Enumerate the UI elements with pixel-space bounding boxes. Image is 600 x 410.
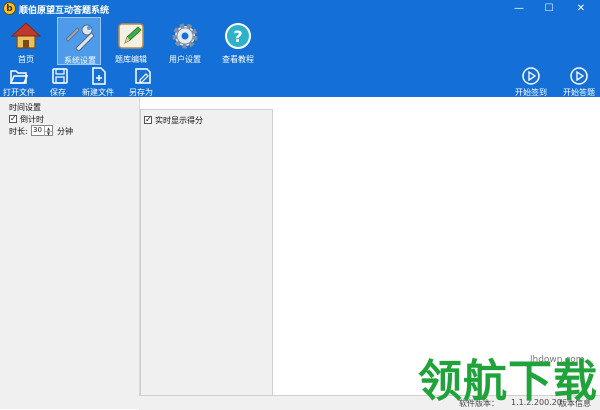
nav-system-settings[interactable]: 系统设置 — [57, 17, 101, 65]
save-as-button[interactable]: 另存为 — [128, 66, 158, 97]
nav-tutorial-label: 查看教程 — [222, 55, 254, 64]
edit-pen-icon — [118, 23, 144, 49]
play-circle-icon — [570, 67, 588, 85]
wrench-settings-icon — [65, 24, 95, 52]
duration-label: 时长: — [9, 127, 28, 136]
time-settings-panel: 时间设置 ✓ 倒计时 时长: 30 ▲ ▼ 分钟 — [0, 97, 140, 409]
ribbon: b 顺伯原望互动答题系统 — ☐ ✕ 首页 系统设置 题库编辑 用户设置 ? 查… — [0, 0, 600, 97]
home-icon — [11, 22, 41, 49]
folder-open-icon — [9, 70, 29, 84]
countdown-label: 倒计时 — [20, 115, 44, 124]
maximize-button[interactable]: ☐ — [538, 1, 560, 16]
save-button[interactable]: 保存 — [48, 66, 72, 97]
duration-unit: 分钟 — [57, 127, 73, 136]
new-file-icon — [92, 67, 106, 85]
app-title: 顺伯原望互动答题系统 — [19, 6, 110, 16]
nav-home[interactable]: 首页 — [4, 17, 48, 65]
duration-value: 30 — [33, 126, 42, 134]
close-button[interactable]: ✕ — [570, 1, 592, 16]
duration-spinner[interactable]: 30 ▲ ▼ — [31, 125, 53, 136]
realtime-score-label: 实时显示得分 — [155, 116, 203, 125]
minimize-button[interactable]: — — [508, 1, 530, 16]
gear-icon — [172, 23, 198, 49]
realtime-score-checkbox[interactable]: ✓ — [144, 116, 152, 124]
open-file-button[interactable]: 打开文件 — [3, 66, 35, 97]
play-circle-icon — [522, 67, 540, 85]
start-signin-button[interactable]: 开始签到 — [514, 66, 548, 97]
help-icon: ? — [225, 23, 251, 49]
save-icon — [52, 68, 68, 84]
nav-user-settings[interactable]: 用户设置 — [163, 17, 207, 65]
start-answer-button[interactable]: 开始答题 — [562, 66, 596, 97]
new-file-button[interactable]: 新建文件 — [82, 66, 116, 97]
save-as-icon — [135, 68, 151, 84]
nav-tutorial[interactable]: ? 查看教程 — [216, 17, 260, 65]
nav-question-bank-edit[interactable]: 题库编辑 — [109, 17, 153, 65]
countdown-checkbox[interactable]: ✓ — [9, 115, 17, 123]
time-settings-title: 时间设置 — [9, 103, 41, 112]
watermark-logo: 领航下载 — [418, 356, 598, 407]
title-bar: b 顺伯原望互动答题系统 — ☐ ✕ — [0, 0, 600, 18]
app-logo: b — [3, 2, 16, 15]
svg-text:?: ? — [233, 27, 242, 46]
spinner-down-icon[interactable]: ▼ — [44, 131, 52, 136]
display-settings-panel: ✓ 实时显示得分 — [140, 109, 273, 409]
